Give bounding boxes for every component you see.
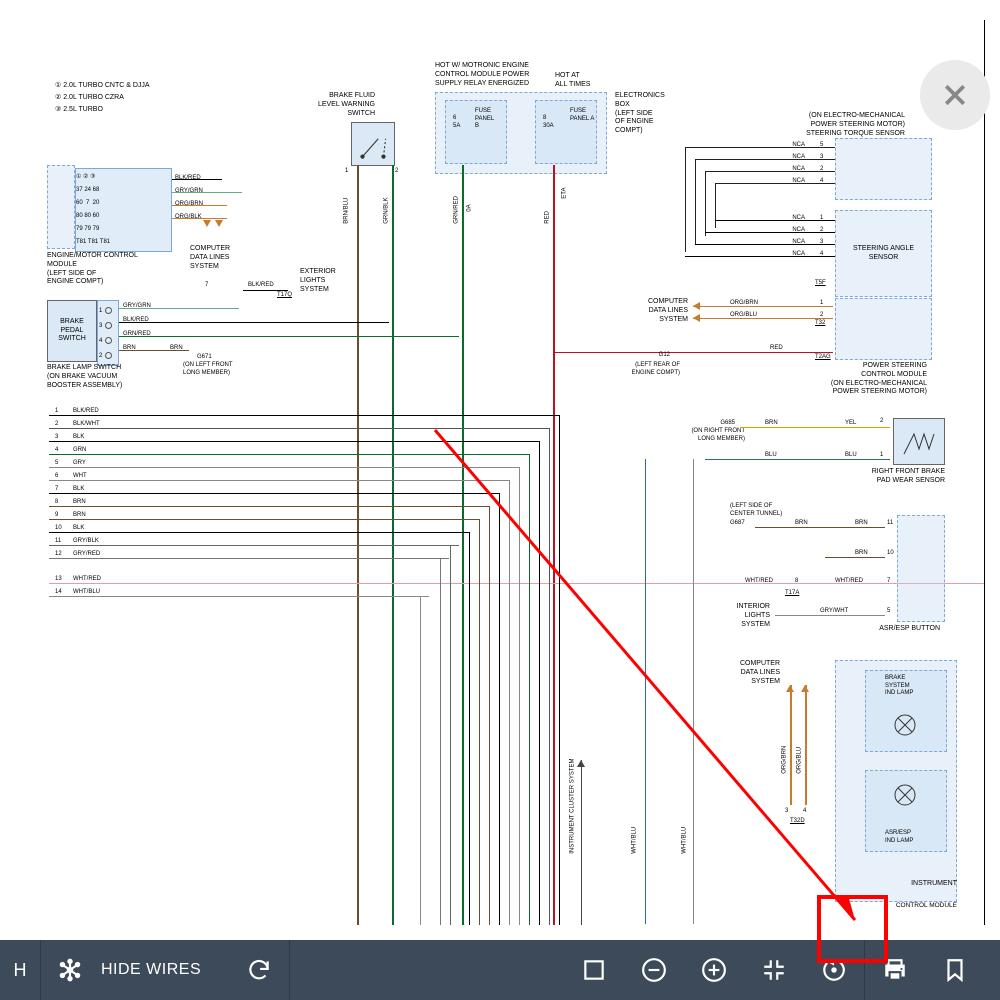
close-button[interactable] [920, 60, 990, 130]
fit-button[interactable] [564, 940, 624, 1000]
electronics-box-label: ELECTRONICS BOX (LEFT SIDE OF ENGINE COM… [615, 92, 665, 136]
fullscreen-exit-icon [761, 957, 787, 983]
engine-module-connector: ① ② ③ 37 24 68 60 7 20 80 80 60 79 79 79… [75, 168, 172, 252]
print-highlight-box [817, 895, 888, 963]
legend-1: ① 2.0L TURBO CNTC & DJJA [55, 82, 150, 91]
torque-sensor-box [835, 138, 932, 200]
bookmark-button[interactable] [925, 940, 985, 1000]
steering-angle-sensor-box: STEERING ANGLE SENSOR [835, 210, 932, 297]
bookmark-icon [942, 957, 968, 983]
zoom-out-icon [641, 957, 667, 983]
zoom-in-button[interactable] [684, 940, 744, 1000]
pscm-box [835, 298, 932, 360]
brake-pedal-connector: 1 3 4 2 [97, 300, 119, 366]
refresh-icon [246, 957, 272, 983]
hide-wires-button[interactable]: HIDE WIRES [41, 940, 229, 1000]
asr-esp-button-box [897, 515, 945, 622]
cds-label-1: COMPUTER DATA LINES SYSTEM [190, 245, 230, 271]
legend-3: ③ 2.5L TURBO [55, 106, 103, 115]
engine-module-label: ENGINE/MOTOR CONTROL MODULE (LEFT SIDE O… [47, 252, 138, 287]
brake-fluid-label: BRAKE FLUID LEVEL WARNING SWITCH [290, 92, 375, 118]
brake-pedal-switch-box: BRAKE PEDAL SWITCH [47, 300, 97, 362]
wires-icon [57, 957, 83, 983]
wiring-diagram-canvas[interactable]: ① 2.0L TURBO CNTC & DJJA ② 2.0L TURBO CZ… [25, 20, 985, 925]
engine-module-box [47, 165, 75, 249]
refresh-button[interactable] [229, 940, 289, 1000]
fullscreen-exit-button[interactable] [744, 940, 804, 1000]
square-icon [581, 957, 607, 983]
search-button-fragment[interactable]: H [0, 940, 40, 1000]
zoom-out-button[interactable] [624, 940, 684, 1000]
brake-fluid-switch-box [351, 122, 395, 166]
legend-2: ② 2.0L TURBO CZRA [55, 94, 124, 103]
zoom-in-icon [701, 957, 727, 983]
rf-brake-sensor-box [893, 418, 945, 465]
